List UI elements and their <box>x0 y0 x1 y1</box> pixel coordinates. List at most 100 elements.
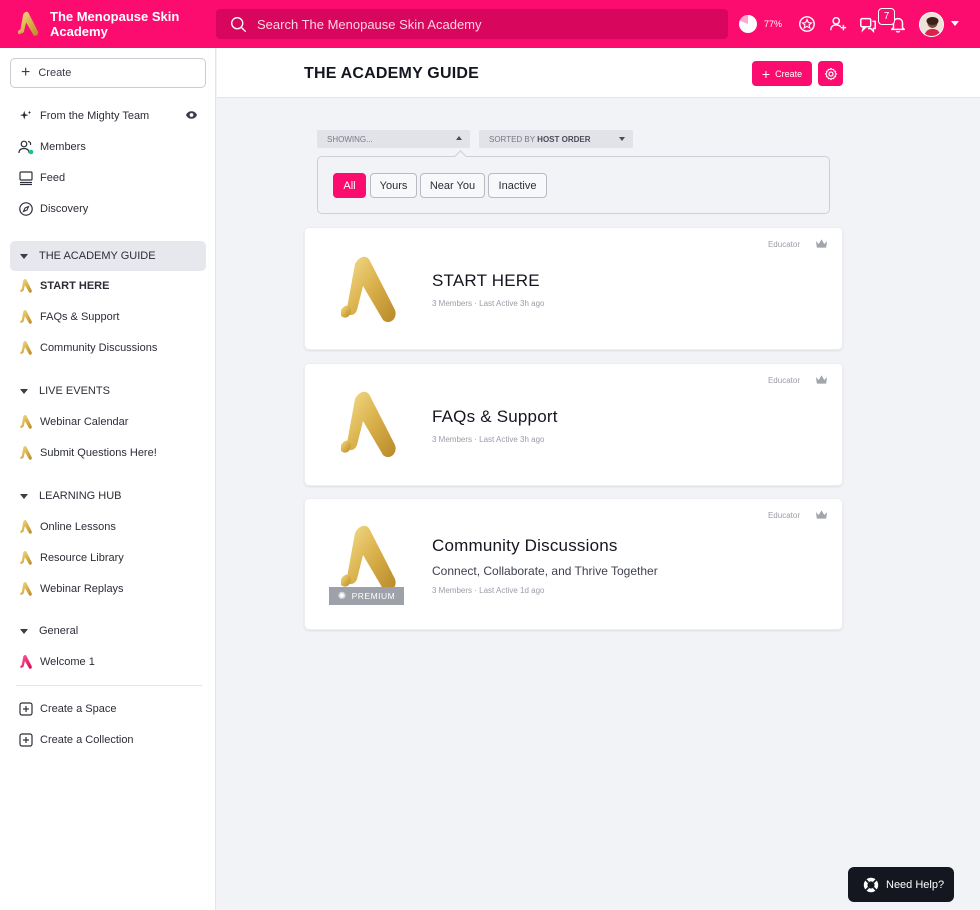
sidebar-section-label: LEARNING HUB <box>39 490 122 502</box>
header-create-button[interactable]: + Create <box>752 61 812 86</box>
sidebar-item-start-here[interactable]: START HERE <box>10 272 206 300</box>
avatar[interactable] <box>919 12 944 37</box>
sidebar-create-space[interactable]: Create a Space <box>10 695 206 723</box>
sidebar-create-button[interactable]: + Create <box>10 58 206 88</box>
sidebar-item-label: Online Lessons <box>40 521 116 533</box>
filter-panel: All Yours Near You Inactive <box>317 150 830 214</box>
sidebar-section-live-events[interactable]: LIVE EVENTS <box>10 377 206 405</box>
filter-chip-yours[interactable]: Yours <box>370 173 417 198</box>
need-help-label: Need Help? <box>886 878 945 891</box>
filter-chip-inactive[interactable]: Inactive <box>488 173 547 198</box>
space-logo-icon <box>333 521 403 597</box>
plus-icon: + <box>761 65 771 82</box>
space-card-subtitle: Connect, Collaborate, and Thrive Togethe… <box>432 564 658 578</box>
members-icon <box>18 139 34 155</box>
pie-progress-icon[interactable] <box>737 13 759 35</box>
crown-icon <box>815 239 828 248</box>
space-card-role: Educator <box>767 376 800 385</box>
filter-chip-all[interactable]: All <box>333 173 366 198</box>
create-label: Create <box>38 67 72 79</box>
space-card[interactable]: FAQs & Support 3 Members · Last Active 3… <box>304 363 843 486</box>
space-card-title: FAQs & Support <box>432 407 558 426</box>
sort-prefix: SORTED BY <box>489 134 538 144</box>
space-logo-icon <box>333 387 403 463</box>
sidebar: + Create From the Mighty Team Members Fe… <box>0 48 216 910</box>
crown-icon <box>815 375 828 384</box>
sidebar-item-members[interactable]: Members <box>10 133 206 161</box>
brand[interactable]: The Menopause Skin Academy <box>0 9 215 39</box>
sidebar-section-learning-hub[interactable]: LEARNING HUB <box>10 482 206 510</box>
feed-icon <box>18 170 34 186</box>
badge-icon[interactable] <box>796 13 818 35</box>
sidebar-item-label: Discovery <box>40 203 89 215</box>
sidebar-section-general[interactable]: General <box>10 617 206 645</box>
crown-icon <box>815 510 828 519</box>
sidebar-item-webinar-calendar[interactable]: Webinar Calendar <box>10 408 206 436</box>
space-logo-icon <box>18 414 34 430</box>
showing-dropdown[interactable]: SHOWING... <box>317 130 470 148</box>
sidebar-item-mighty-team[interactable]: From the Mighty Team <box>10 102 206 130</box>
chevron-down-icon <box>619 137 625 141</box>
sidebar-item-label: Welcome 1 <box>40 656 95 668</box>
sidebar-divider <box>16 685 202 686</box>
space-card[interactable]: START HERE 3 Members · Last Active 3h ag… <box>304 227 843 350</box>
notification-badge: 7 <box>878 8 895 25</box>
space-logo-icon <box>18 309 34 325</box>
sidebar-item-resource-library[interactable]: Resource Library <box>10 544 206 572</box>
main-header: THE ACADEMY GUIDE + Create <box>217 48 980 98</box>
space-card-title: Community Discussions <box>432 536 618 555</box>
sidebar-item-online-lessons[interactable]: Online Lessons <box>10 513 206 541</box>
sun-badge-icon: ✺ <box>337 590 347 602</box>
space-logo-icon <box>18 278 34 294</box>
sidebar-item-feed[interactable]: Feed <box>10 164 206 192</box>
search-input[interactable] <box>257 16 697 32</box>
chevron-up-icon <box>456 136 462 140</box>
sidebar-item-faqs-support[interactable]: FAQs & Support <box>10 303 206 331</box>
avatar-menu-caret-icon[interactable] <box>951 21 959 26</box>
filter-chip-near-you[interactable]: Near You <box>420 173 485 198</box>
sidebar-item-discovery[interactable]: Discovery <box>10 195 206 223</box>
sidebar-item-community-discussions[interactable]: Community Discussions <box>10 334 206 362</box>
chevron-down-icon <box>20 253 28 259</box>
space-logo-icon <box>18 340 34 356</box>
sidebar-item-label: Submit Questions Here! <box>40 447 157 459</box>
space-logo-icon <box>18 445 34 461</box>
space-card-role: Educator <box>767 511 800 520</box>
space-logo-icon <box>18 581 34 597</box>
sidebar-item-label: Members <box>40 141 86 153</box>
space-card-title: START HERE <box>432 271 540 290</box>
sidebar-item-label: Resource Library <box>40 552 124 564</box>
compass-icon <box>18 201 34 217</box>
add-person-icon[interactable] <box>827 13 849 35</box>
sidebar-item-webinar-replays[interactable]: Webinar Replays <box>10 575 206 603</box>
sidebar-item-label: Community Discussions <box>40 342 158 354</box>
progress-label: 77% <box>764 19 783 29</box>
lifebuoy-icon <box>863 877 879 892</box>
sidebar-create-collection[interactable]: Create a Collection <box>10 726 206 754</box>
settings-button[interactable] <box>818 61 843 86</box>
academy-logo-icon <box>14 10 42 38</box>
space-card-meta: 3 Members · Last Active 3h ago <box>432 299 545 308</box>
space-card-meta: 3 Members · Last Active 1d ago <box>432 586 545 595</box>
space-card[interactable]: ✺ PREMIUM Community Discussions Connect,… <box>304 498 843 630</box>
sidebar-section-label: LIVE EVENTS <box>39 385 110 397</box>
chat-icon[interactable] <box>857 13 879 35</box>
sidebar-item-label: From the Mighty Team <box>40 110 150 122</box>
plus-square-icon <box>18 701 34 717</box>
need-help-button[interactable]: Need Help? <box>848 867 954 902</box>
search-icon <box>231 16 246 32</box>
page-title: THE ACADEMY GUIDE <box>304 65 479 82</box>
space-card-meta: 3 Members · Last Active 3h ago <box>432 435 545 444</box>
space-logo-icon <box>18 550 34 566</box>
sort-dropdown[interactable]: SORTED BY HOST ORDER <box>479 130 633 148</box>
sidebar-item-welcome-1[interactable]: Welcome 1 <box>10 648 206 676</box>
premium-label: PREMIUM <box>351 591 396 601</box>
search-bar[interactable] <box>216 9 728 39</box>
eye-icon[interactable] <box>185 110 198 120</box>
sidebar-section-academy-guide[interactable]: THE ACADEMY GUIDE <box>10 241 206 271</box>
sidebar-item-submit-questions[interactable]: Submit Questions Here! <box>10 439 206 467</box>
sidebar-item-label: Webinar Replays <box>40 583 124 595</box>
sidebar-item-label: Webinar Calendar <box>40 416 129 428</box>
sidebar-section-label: THE ACADEMY GUIDE <box>39 250 156 262</box>
plus-icon: + <box>21 64 31 81</box>
